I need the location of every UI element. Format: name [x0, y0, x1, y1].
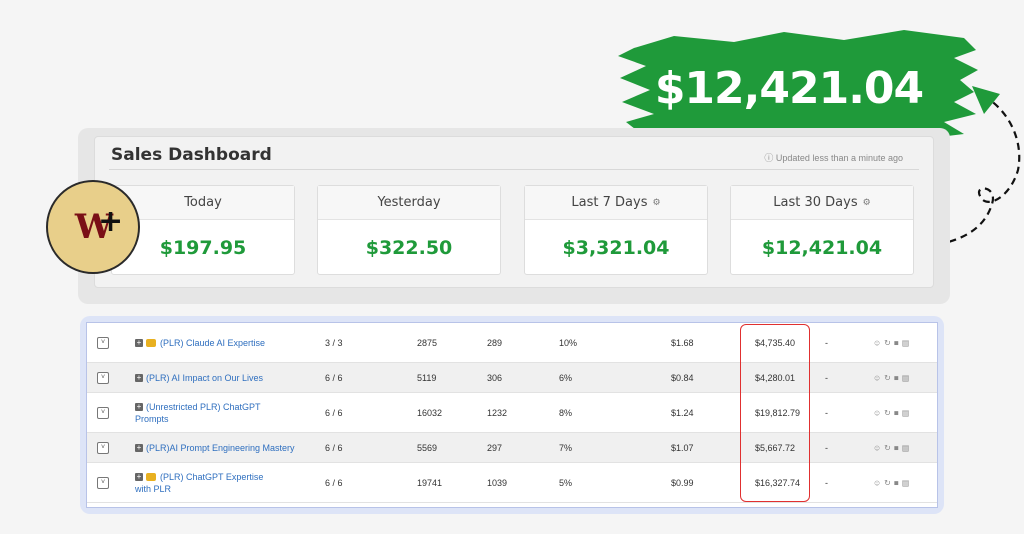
card-value: $322.50: [365, 236, 453, 259]
product-name-line[interactable]: Prompts: [135, 414, 169, 424]
cell-dash: -: [825, 477, 828, 488]
cell-clicks: 1039: [487, 477, 508, 488]
product-name-line[interactable]: (PLR)AI Prompt Engineering Mastery: [146, 443, 295, 453]
card-value: $12,421.04: [761, 236, 883, 259]
cell-rate: 7%: [559, 442, 573, 453]
cell-ratio: 6 / 6: [325, 442, 343, 453]
expand-toggle-icon[interactable]: ˅: [97, 406, 109, 419]
cell-views: 19741: [417, 477, 443, 488]
products-table-panel: ˅ + (PLR) Claude AI Expertise 3 / 3 2875 289 1…: [80, 316, 944, 514]
dashboard-inner: Sales Dashboard ⓘ Updated less than a mi…: [94, 136, 934, 288]
cell-ratio: 6 / 6: [325, 477, 343, 488]
cell-clicks: 289: [487, 337, 503, 348]
card-label: Last 7 Days: [571, 195, 648, 210]
cell-dash: -: [825, 372, 828, 383]
product-name[interactable]: + (PLR) AI Impact on Our Lives: [135, 372, 315, 384]
row-actions-icons[interactable]: ☺↻■▤: [873, 408, 912, 417]
sales-dashboard-panel: Sales Dashboard ⓘ Updated less than a mi…: [78, 128, 950, 304]
cell-clicks: 297: [487, 442, 503, 453]
cell-epc: $1.07: [671, 442, 694, 453]
card-yesterday: Yesterday $322.50: [317, 185, 501, 275]
expand-toggle-icon[interactable]: ˅: [97, 336, 109, 349]
add-icon[interactable]: +: [135, 374, 143, 383]
row-actions-icons[interactable]: ☺↻■▤: [873, 478, 912, 487]
card-label: Yesterday: [377, 195, 441, 210]
cell-views: 5119: [417, 372, 437, 383]
expand-toggle-icon[interactable]: ˅: [97, 476, 109, 489]
cell-dash: -: [825, 442, 828, 453]
cell-ratio: 6 / 6: [325, 372, 343, 383]
row-actions-icons[interactable]: ☺↻■▤: [873, 443, 912, 452]
cell-epc: $1.24: [671, 407, 694, 418]
product-name-line[interactable]: (PLR) Claude AI Expertise: [160, 338, 265, 348]
card-last-30-days: Last 30 Days ⚙ $12,421.04: [730, 185, 914, 275]
add-icon[interactable]: +: [135, 444, 143, 453]
product-name[interactable]: + (Unrestricted PLR) ChatGPT Prompts: [135, 401, 315, 425]
cell-views: 2875: [417, 337, 438, 348]
expand-toggle-icon[interactable]: ˅: [97, 441, 109, 454]
logo-plus: +: [98, 204, 124, 239]
gear-icon[interactable]: ⚙: [863, 198, 871, 208]
row-actions-icons[interactable]: ☺↻■▤: [873, 373, 912, 382]
cell-epc: $1.68: [671, 337, 694, 348]
brand-logo: W +: [46, 180, 140, 274]
product-name[interactable]: + (PLR) ChatGPT Expertise with PLR: [135, 471, 315, 495]
card-label: Last 30 Days: [773, 195, 858, 210]
products-table: ˅ + (PLR) Claude AI Expertise 3 / 3 2875 289 1…: [86, 322, 938, 508]
product-name-line[interactable]: (PLR) AI Impact on Our Lives: [146, 373, 263, 383]
product-name[interactable]: + (PLR)AI Prompt Engineering Mastery: [135, 442, 315, 454]
cell-ratio: 6 / 6: [325, 407, 343, 418]
cell-clicks: 1232: [487, 407, 508, 418]
gear-icon[interactable]: ⚙: [652, 198, 660, 208]
sales-column-highlight: [740, 324, 810, 502]
add-icon[interactable]: +: [135, 473, 143, 482]
trophy-icon: [146, 339, 156, 348]
cell-rate: 10%: [559, 337, 578, 348]
cell-views: 16032: [417, 407, 443, 418]
row-actions-icons[interactable]: ☺↻■▤: [873, 338, 912, 347]
dashboard-title: Sales Dashboard: [111, 145, 272, 165]
card-label: Today: [184, 195, 222, 210]
add-icon[interactable]: +: [135, 339, 143, 348]
cell-clicks: 306: [487, 372, 503, 383]
cell-dash: -: [825, 337, 828, 348]
product-name-line[interactable]: (Unrestricted PLR) ChatGPT: [146, 402, 261, 412]
trophy-icon: [146, 473, 156, 482]
cell-epc: $0.84: [671, 372, 694, 383]
product-name-line[interactable]: (PLR) ChatGPT Expertise: [160, 472, 263, 482]
updated-status: ⓘ Updated less than a minute ago: [764, 153, 903, 163]
cell-rate: 6%: [559, 372, 573, 383]
card-value: $3,321.04: [562, 236, 670, 259]
product-name-line[interactable]: with PLR: [135, 484, 171, 494]
divider: [109, 169, 919, 170]
cell-ratio: 3 / 3: [325, 337, 343, 348]
card-last-7-days: Last 7 Days ⚙ $3,321.04: [524, 185, 708, 275]
cell-dash: -: [825, 407, 828, 418]
cell-rate: 8%: [559, 407, 573, 418]
expand-toggle-icon[interactable]: ˅: [97, 371, 109, 384]
product-name[interactable]: + (PLR) Claude AI Expertise: [135, 337, 315, 349]
cell-rate: 5%: [559, 477, 573, 488]
cell-views: 5569: [417, 442, 438, 453]
cell-epc: $0.99: [671, 477, 694, 488]
add-icon[interactable]: +: [135, 403, 143, 412]
